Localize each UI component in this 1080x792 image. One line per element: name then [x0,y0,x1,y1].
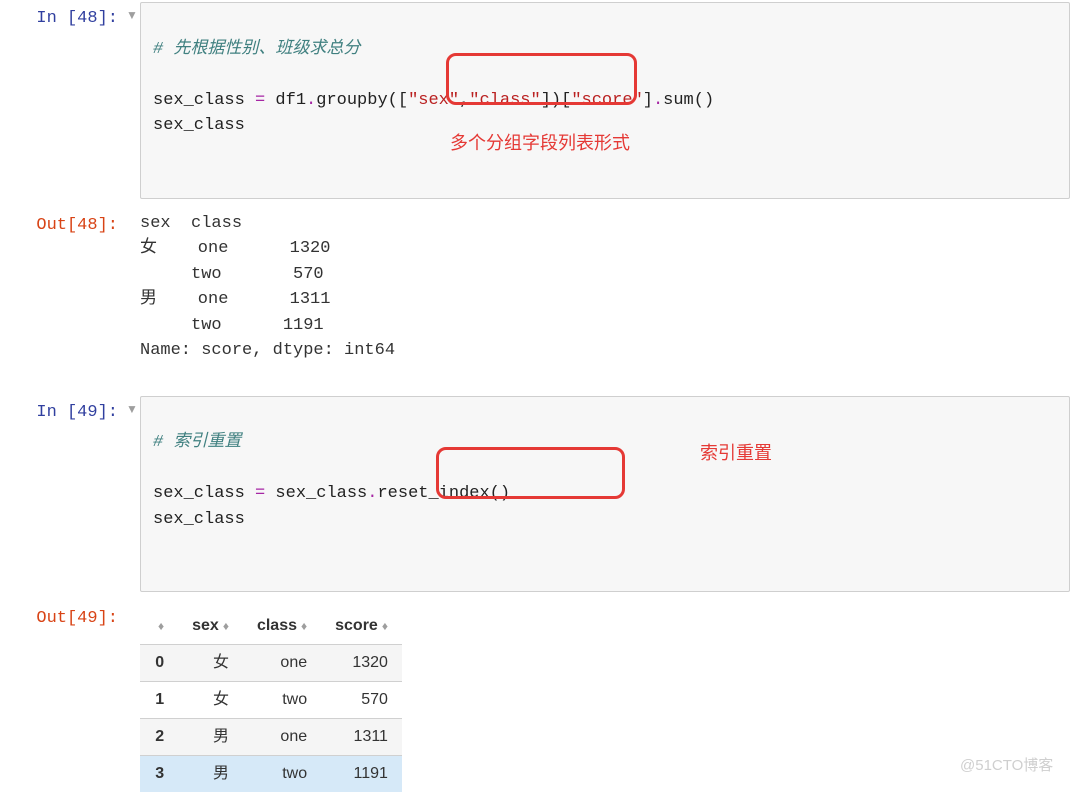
col-header-sex[interactable]: sex♦ [178,608,243,645]
collapse-toggle[interactable]: ▼ [124,0,140,24]
sort-icon[interactable]: ♦ [382,619,388,633]
comment: # 先根据性别、班级求总分 [153,40,360,59]
cell: 女 [178,682,243,719]
table-header-row: ♦ sex♦ class♦ score♦ [140,608,402,645]
in-prompt-49: In [49]: [0,394,124,432]
dataframe-table: ♦ sex♦ class♦ score♦ 0 女 one 1320 1 [140,608,402,792]
cell-49-output: Out[49]: ♦ sex♦ class♦ score♦ 0 女 one [0,600,1080,792]
sort-icon[interactable]: ♦ [158,619,164,633]
dataframe-output-49: ♦ sex♦ class♦ score♦ 0 女 one 1320 1 [140,600,1080,792]
code-input-48[interactable]: # 先根据性别、班级求总分 sex_class = df1.groupby(["… [140,2,1070,199]
text-output-48: sex class 女 one 1320 two 570 男 one 1311 … [140,207,1080,374]
cell-48-input: In [48]: ▼ # 先根据性别、班级求总分 sex_class = df1… [0,0,1080,207]
cell: 1191 [321,756,402,792]
row-index: 3 [140,756,178,792]
cell: 男 [178,719,243,756]
table-row[interactable]: 2 男 one 1311 [140,719,402,756]
watermark: @51CTO博客 [960,755,1053,778]
index-header[interactable]: ♦ [140,608,178,645]
comment: # 索引重置 [153,433,241,452]
spacer [124,207,140,213]
table-row[interactable]: 0 女 one 1320 [140,645,402,682]
row-index: 0 [140,645,178,682]
code-input-49[interactable]: # 索引重置 sex_class = sex_class.reset_index… [140,396,1070,593]
cell: 1311 [321,719,402,756]
row-index: 2 [140,719,178,756]
in-prompt-48: In [48]: [0,0,124,38]
col-header-class[interactable]: class♦ [243,608,321,645]
out-prompt-49: Out[49]: [0,600,124,638]
cell: two [243,756,321,792]
cell: 1320 [321,645,402,682]
table-row[interactable]: 3 男 two 1191 [140,756,402,792]
spacer [124,600,140,606]
col-header-score[interactable]: score♦ [321,608,402,645]
cell: one [243,645,321,682]
table-row[interactable]: 1 女 two 570 [140,682,402,719]
collapse-toggle[interactable]: ▼ [124,394,140,418]
cell: two [243,682,321,719]
cell: 男 [178,756,243,792]
cell-48-output: Out[48]: sex class 女 one 1320 two 570 男 … [0,207,1080,374]
sort-icon[interactable]: ♦ [301,619,307,633]
cell: 570 [321,682,402,719]
cell: 女 [178,645,243,682]
out-prompt-48: Out[48]: [0,207,124,245]
cell-49-input: In [49]: ▼ # 索引重置 sex_class = sex_class.… [0,394,1080,601]
notebook: In [48]: ▼ # 先根据性别、班级求总分 sex_class = df1… [0,0,1080,792]
sort-icon[interactable]: ♦ [223,619,229,633]
row-index: 1 [140,682,178,719]
cell: one [243,719,321,756]
